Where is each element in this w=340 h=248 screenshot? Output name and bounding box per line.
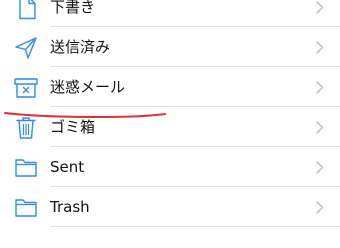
trash-icon: [14, 117, 40, 139]
mailbox-label: 迷惑メール: [50, 78, 126, 96]
folder-icon: [14, 157, 40, 179]
chevron-right-icon: [316, 81, 324, 94]
chevron-right-icon: [316, 1, 324, 14]
chevron-right-icon: [316, 41, 324, 54]
draft-icon: [14, 0, 40, 20]
chevron-right-icon: [316, 121, 324, 134]
junk-icon: [14, 77, 40, 99]
mailbox-row-trash-folder[interactable]: Trash: [0, 187, 340, 227]
mailbox-row-drafts[interactable]: 下書き: [0, 0, 340, 27]
mailbox-label: ゴミ箱: [50, 118, 96, 136]
mailbox-row-sent-folder[interactable]: Sent: [0, 147, 340, 187]
mailbox-label: Trash: [50, 198, 90, 216]
mailbox-label: 送信済み: [50, 38, 111, 56]
chevron-right-icon: [316, 161, 324, 174]
mailbox-list: 下書き 送信済み 迷惑メール ゴミ箱 Sent Trash: [0, 0, 340, 227]
mailbox-row-junk[interactable]: 迷惑メール: [0, 67, 340, 107]
sent-icon: [14, 37, 40, 59]
mailbox-row-sent[interactable]: 送信済み: [0, 27, 340, 67]
mailbox-row-trash[interactable]: ゴミ箱: [0, 107, 340, 147]
mailbox-label: 下書き: [50, 0, 96, 16]
chevron-right-icon: [316, 201, 324, 214]
divider: [50, 226, 340, 227]
mailbox-label: Sent: [50, 158, 85, 176]
folder-icon: [14, 197, 40, 219]
